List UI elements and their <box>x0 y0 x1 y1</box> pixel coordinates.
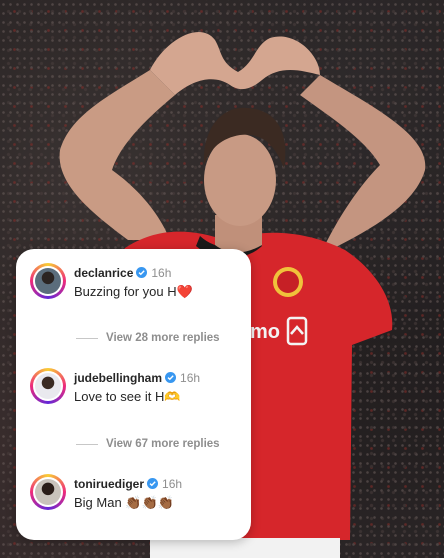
replies-divider <box>76 443 98 445</box>
verified-badge-icon <box>136 267 148 278</box>
comment-meta: judebellingham 16h <box>74 369 200 387</box>
comment-time: 16h <box>162 477 183 491</box>
username[interactable]: toniruediger <box>74 477 144 491</box>
avatar-story-ring[interactable] <box>30 474 66 510</box>
view-more-replies-button[interactable]: View 28 more replies <box>76 329 220 347</box>
comment-text: Big Man <box>74 495 122 510</box>
username[interactable]: declanrice <box>74 266 133 280</box>
username[interactable]: judebellingham <box>74 371 162 385</box>
comment-text-row: Buzzing for you H❤️ <box>74 283 193 301</box>
comment-meta: declanrice 16h <box>74 264 171 282</box>
comment-time: 16h <box>180 371 201 385</box>
comment-text-row: Big Man 👏🏾👏🏾👏🏾 <box>74 494 174 512</box>
comment-text: Buzzing for you H <box>74 284 177 299</box>
avatar-story-ring[interactable] <box>30 263 66 299</box>
avatar <box>33 371 63 401</box>
replies-divider <box>76 337 98 339</box>
view-more-replies-label: View 67 more replies <box>106 438 220 450</box>
comment-item: judebellingham 16h Love to see it H🫶 <box>30 368 241 420</box>
heart-hands-icon: 🫶 <box>164 389 181 404</box>
comment-text-row: Love to see it H🫶 <box>74 388 181 406</box>
comment-item: toniruediger 16h Big Man 👏🏾👏🏾👏🏾 <box>30 474 241 526</box>
comment-time: 16h <box>151 266 172 280</box>
comment-text: Love to see it H <box>74 389 165 404</box>
red-heart-icon: ❤️ <box>176 284 193 299</box>
verified-badge-icon <box>147 478 159 489</box>
verified-badge-icon <box>165 372 177 383</box>
comment-meta: toniruediger 16h <box>74 475 182 493</box>
comment-item: declanrice 16h Buzzing for you H❤️ <box>30 263 241 315</box>
svg-text:mo: mo <box>250 321 280 343</box>
avatar <box>33 266 63 296</box>
clapping-hands-icon: 👏🏾👏🏾👏🏾 <box>125 495 174 510</box>
avatar-story-ring[interactable] <box>30 368 66 404</box>
comments-card: declanrice 16h Buzzing for you H❤️ View 2… <box>16 249 251 540</box>
view-more-replies-button[interactable]: View 67 more replies <box>76 435 220 453</box>
avatar <box>33 477 63 507</box>
view-more-replies-label: View 28 more replies <box>106 332 220 344</box>
